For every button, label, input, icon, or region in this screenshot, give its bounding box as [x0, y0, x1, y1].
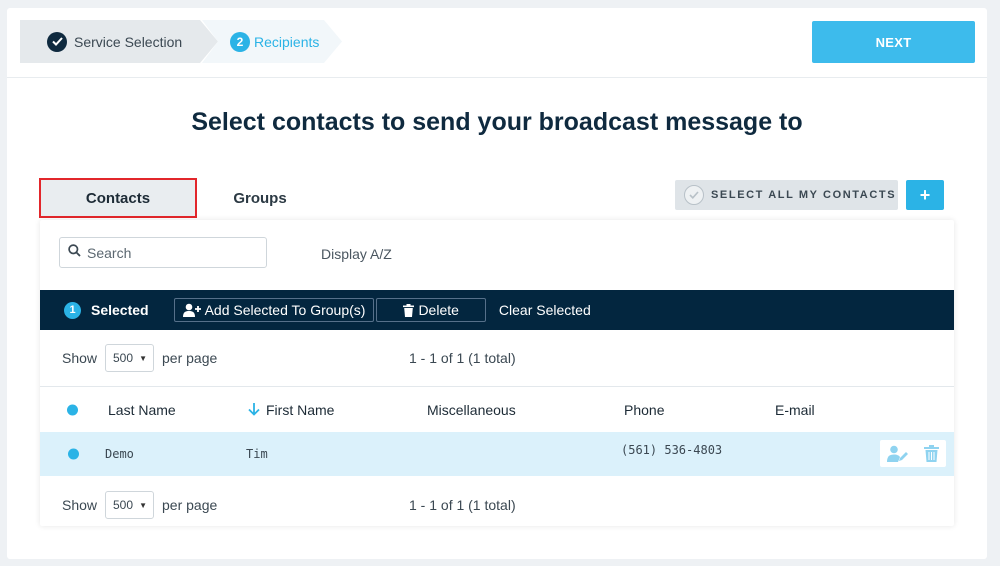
- step-service-selection-label: Service Selection: [74, 33, 183, 50]
- pagination-range: 1 - 1 of 1 (1 total): [409, 350, 516, 366]
- column-last-name[interactable]: Last Name: [108, 402, 176, 418]
- pagination-range: 1 - 1 of 1 (1 total): [409, 497, 516, 513]
- search-box[interactable]: [59, 237, 267, 268]
- clear-selected-button[interactable]: Clear Selected: [499, 302, 591, 318]
- trash-icon[interactable]: [923, 445, 939, 462]
- sort-arrow-down-icon: [248, 403, 260, 416]
- per-page-select[interactable]: 500 ▼: [105, 344, 154, 372]
- per-page-value: 500: [113, 351, 134, 365]
- select-all-label: SELECT ALL MY CONTACTS: [711, 189, 897, 201]
- page-title: Select contacts to send your broadcast m…: [191, 108, 803, 136]
- show-label: Show: [62, 497, 98, 513]
- search-icon: [68, 243, 81, 262]
- selection-action-bar: 1 Selected Add Selected To Group(s) Dele…: [40, 290, 954, 330]
- step-recipients[interactable]: 2 Recipients: [202, 20, 342, 63]
- show-label: Show: [62, 350, 98, 366]
- per-page-value: 500: [113, 498, 134, 512]
- tab-contacts[interactable]: Contacts: [39, 178, 197, 218]
- delete-label: Delete: [418, 302, 459, 318]
- per-page-label: per page: [162, 350, 218, 366]
- column-email[interactable]: E-mail: [775, 402, 815, 418]
- column-phone[interactable]: Phone: [624, 402, 664, 418]
- table-header: Last Name First Name Miscellaneous Phone…: [40, 386, 954, 432]
- delete-selected-button[interactable]: Delete: [376, 298, 486, 322]
- cell-first-name: Tim: [246, 447, 268, 461]
- check-icon: [684, 185, 704, 205]
- tab-groups[interactable]: Groups: [219, 178, 301, 218]
- main-card: Service Selection 2 Recipients NEXT Sele…: [7, 8, 987, 559]
- row-actions: [880, 440, 946, 467]
- pager-top: Show 500 ▼ per page 1 - 1 of 1 (1 total): [40, 336, 954, 380]
- step-number-badge: 2: [230, 31, 250, 52]
- search-input[interactable]: [87, 244, 257, 261]
- column-first-name[interactable]: First Name: [248, 402, 334, 418]
- pager-bottom: Show 500 ▼ per page 1 - 1 of 1 (1 total): [40, 483, 954, 527]
- select-all-rows-toggle[interactable]: [67, 404, 78, 415]
- step-service-selection[interactable]: Service Selection: [20, 20, 218, 63]
- cell-last-name: Demo: [105, 447, 134, 461]
- table-row[interactable]: Demo Tim (561) 536-4803: [40, 432, 954, 476]
- check-icon: [47, 31, 67, 52]
- caret-down-icon: ▼: [139, 500, 147, 510]
- row-select-toggle[interactable]: [68, 448, 79, 460]
- display-az-toggle[interactable]: Display A/Z: [321, 246, 392, 262]
- next-button[interactable]: NEXT: [812, 21, 975, 63]
- selected-count-badge: 1: [64, 301, 81, 319]
- add-user-icon: [182, 303, 202, 317]
- selected-label: Selected: [91, 302, 149, 318]
- caret-down-icon: ▼: [139, 353, 147, 363]
- add-selected-to-group-button[interactable]: Add Selected To Group(s): [173, 298, 375, 322]
- edit-user-icon[interactable]: [887, 445, 909, 462]
- step-recipients-label: Recipients: [254, 33, 320, 50]
- trash-icon: [403, 303, 415, 317]
- select-all-contacts-button[interactable]: SELECT ALL MY CONTACTS: [675, 180, 898, 210]
- add-contact-button[interactable]: +: [906, 180, 944, 210]
- add-selected-to-group-label: Add Selected To Group(s): [204, 302, 366, 318]
- top-bar: Service Selection 2 Recipients NEXT: [7, 8, 987, 78]
- column-miscellaneous[interactable]: Miscellaneous: [427, 402, 516, 418]
- column-first-name-label: First Name: [266, 401, 335, 418]
- per-page-label: per page: [162, 497, 218, 513]
- cell-phone: (561) 536-4803: [621, 442, 723, 457]
- contacts-panel: Display A/Z 1 Selected Add Selected To G…: [40, 220, 954, 526]
- per-page-select[interactable]: 500 ▼: [105, 491, 154, 519]
